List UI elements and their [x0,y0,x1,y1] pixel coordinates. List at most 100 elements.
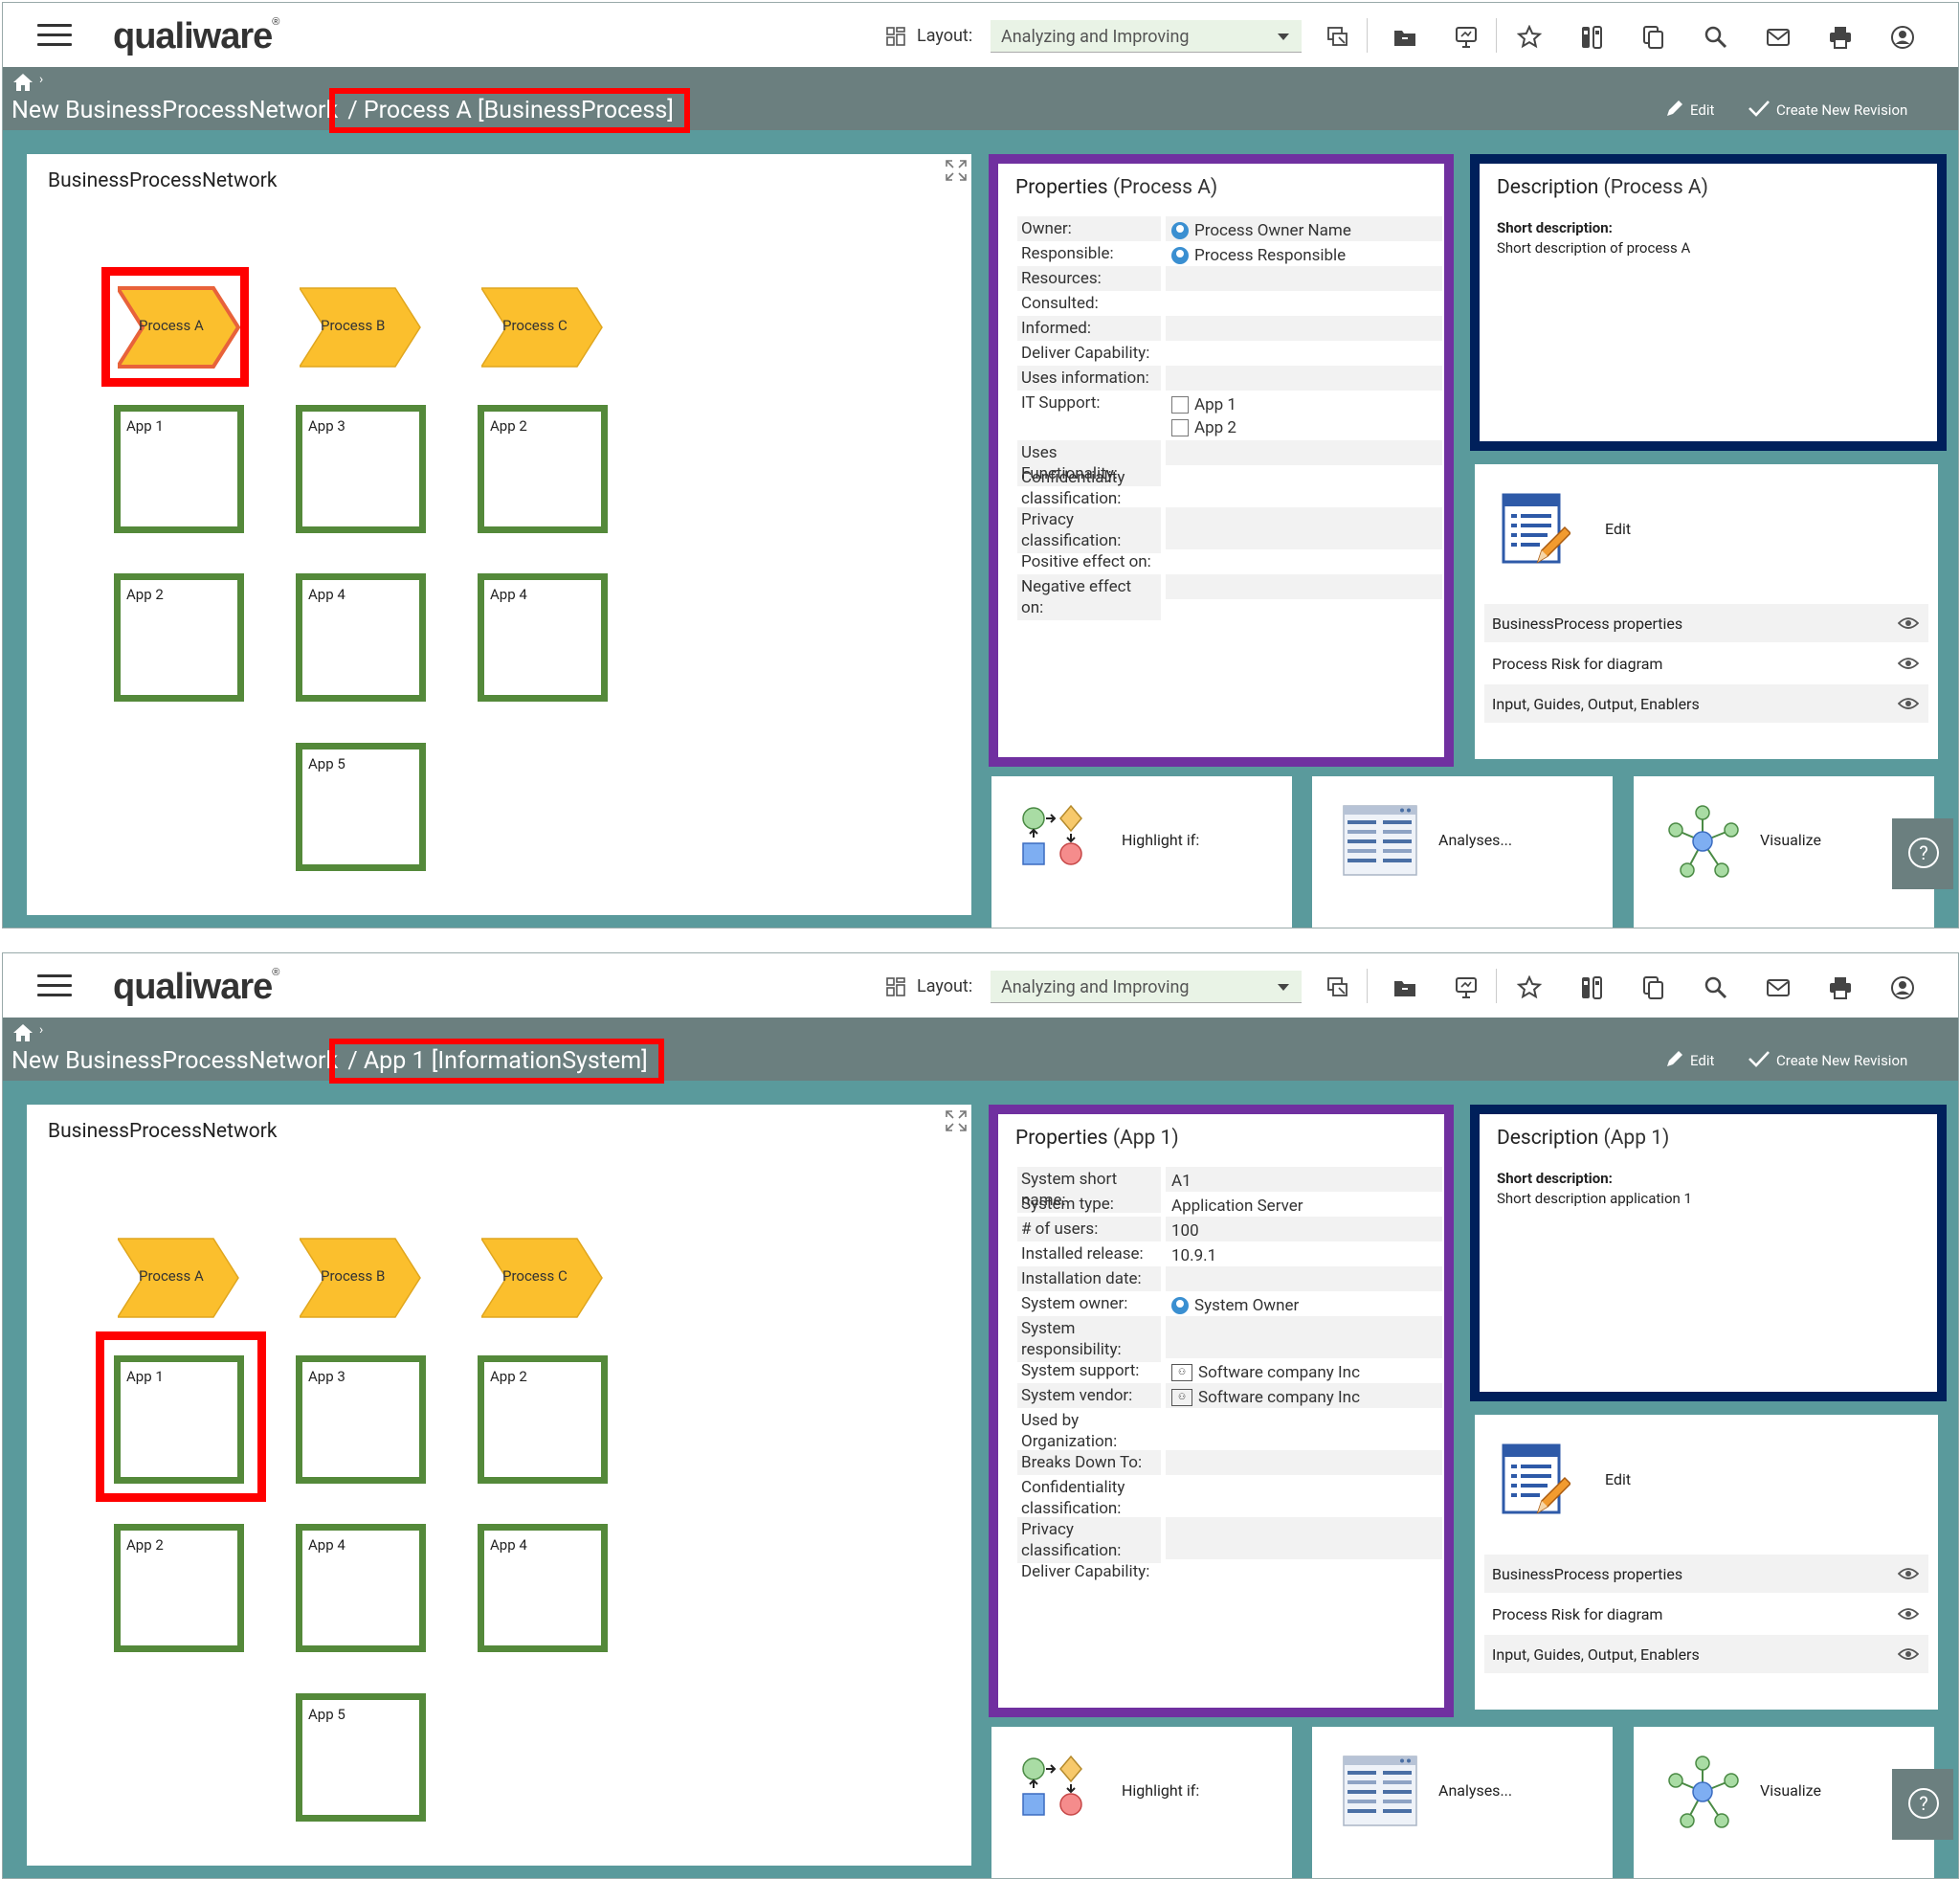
process-shape[interactable]: Process C [479,286,604,369]
action-list-item[interactable]: Process Risk for diagram [1484,1595,1928,1633]
star-icon[interactable] [1516,974,1543,1000]
folder-icon[interactable] [1392,975,1417,1000]
mail-icon[interactable] [1766,975,1791,1000]
tile-analyses[interactable]: Analyses... [1312,776,1613,928]
property-value-line: Process Owner Name [1171,219,1437,242]
process-shape[interactable]: Process B [298,1237,422,1319]
presentation-icon[interactable] [1454,975,1479,1000]
process-shape[interactable]: Process B [298,286,422,369]
create-new-revision-button[interactable]: Create New Revision [1748,101,1907,119]
application-shape[interactable]: App 2 [478,405,608,533]
edit-button[interactable]: Edit [1667,101,1714,119]
property-value[interactable]: 10.9.1 [1166,1241,1442,1266]
application-shape[interactable]: App 4 [296,1524,426,1652]
panel-edit-link[interactable]: Edit [1605,520,1631,538]
copy-icon[interactable] [1641,25,1666,50]
tile-visualize[interactable]: Visualize [1634,776,1934,928]
qualiware-logo[interactable]: qualiware® [113,16,279,57]
application-shape[interactable]: App 3 [296,1355,426,1484]
application-shape[interactable]: App 3 [296,405,426,533]
action-list-item[interactable]: BusinessProcess properties [1484,1555,1928,1593]
qualiware-logo[interactable]: qualiware® [113,967,279,1008]
eye-icon[interactable] [1897,696,1920,709]
property-label: Negative effect on: [1017,574,1161,620]
action-list-item[interactable]: Input, Guides, Output, Enablers [1484,684,1928,723]
application-shape[interactable]: App 1 [114,405,244,533]
home-icon[interactable] [12,1023,33,1042]
hamburger-menu-icon[interactable] [37,974,72,997]
help-button[interactable]: ? [1892,1769,1953,1840]
eye-icon[interactable] [1897,1566,1920,1579]
application-shape[interactable]: App 4 [296,573,426,702]
panel-edit-link[interactable]: Edit [1605,1470,1631,1488]
tile-highlight[interactable]: Highlight if: [991,1727,1292,1878]
application-shape[interactable]: App 2 [114,573,244,702]
action-list-item[interactable]: BusinessProcess properties [1484,604,1928,642]
eye-icon[interactable] [1897,1606,1920,1620]
layout-select[interactable]: Analyzing and Improving [991,20,1302,53]
application-shape[interactable]: App 5 [296,743,426,871]
application-shape[interactable]: App 4 [478,573,608,702]
action-list-item[interactable]: Input, Guides, Output, Enablers [1484,1635,1928,1673]
tile-highlight[interactable]: Highlight if: [991,776,1292,928]
star-icon[interactable] [1516,24,1543,50]
action-list-item[interactable]: Process Risk for diagram [1484,644,1928,682]
compare-icon[interactable] [1579,25,1604,50]
tile-label: Highlight if: [1122,1781,1200,1800]
presentation-icon[interactable] [1454,25,1479,50]
property-value[interactable]: ⚇ Software company Inc [1166,1358,1442,1383]
breadcrumb: New BusinessProcessNetwork / Process A [… [11,88,690,133]
application-shape[interactable]: App 2 [114,1524,244,1652]
user-icon[interactable] [1890,975,1915,1000]
compare-icon[interactable] [1579,975,1604,1000]
expand-icon[interactable] [946,160,967,181]
print-icon[interactable] [1828,25,1853,50]
breadcrumb-parent[interactable]: New BusinessProcessNetwork [11,1047,338,1075]
application-label: App 3 [308,1368,345,1385]
user-icon[interactable] [1890,25,1915,50]
tile-analyses[interactable]: Analyses... [1312,1727,1613,1878]
description-object: (Process A) [1603,176,1708,199]
application-shape[interactable]: App 4 [478,1524,608,1652]
edit-button[interactable]: Edit [1667,1051,1714,1069]
edit-document-icon[interactable] [1502,493,1572,568]
property-value[interactable]: ⚇ Software company Inc [1166,1383,1442,1408]
eye-icon[interactable] [1897,1646,1920,1660]
filter-icon[interactable] [1325,25,1350,50]
property-value[interactable]: Application Server [1166,1192,1442,1217]
process-shape[interactable]: Process C [479,1237,604,1319]
layout-label: Layout: [917,976,973,996]
property-label: Installed release: [1021,1244,1144,1264]
print-icon[interactable] [1828,975,1853,1000]
property-value[interactable]: Process Responsible [1166,241,1442,266]
property-row: Confidentiality classification: [1017,465,1442,508]
checkbox-icon[interactable] [1171,396,1189,414]
application-shape[interactable]: App 2 [478,1355,608,1484]
eye-icon[interactable] [1897,615,1920,629]
tile-visualize[interactable]: Visualize [1634,1727,1934,1878]
process-shape[interactable]: Process A [116,1237,240,1319]
property-value[interactable]: Process Owner Name [1166,216,1442,241]
mail-icon[interactable] [1766,25,1791,50]
breadcrumb-parent[interactable]: New BusinessProcessNetwork [11,97,338,124]
hamburger-menu-icon[interactable] [37,24,72,47]
filter-icon[interactable] [1325,975,1350,1000]
create-new-revision-button[interactable]: Create New Revision [1748,1051,1907,1069]
search-icon[interactable] [1704,25,1728,50]
search-icon[interactable] [1704,975,1728,1000]
help-button[interactable]: ? [1892,818,1953,889]
property-value[interactable]: 100 [1166,1217,1442,1241]
copy-icon[interactable] [1641,975,1666,1000]
application-shape[interactable]: App 5 [296,1693,426,1822]
property-row: Negative effect on: [1017,574,1442,620]
home-icon[interactable] [12,73,33,92]
layout-select[interactable]: Analyzing and Improving [991,971,1302,1003]
eye-icon[interactable] [1897,656,1920,669]
folder-icon[interactable] [1392,25,1417,50]
edit-document-icon[interactable] [1502,1443,1572,1518]
property-value[interactable]: App 1 App 2 [1166,391,1442,440]
property-value[interactable]: A1 [1166,1167,1442,1192]
expand-icon[interactable] [946,1110,967,1131]
checkbox-icon[interactable] [1171,419,1189,436]
property-value[interactable]: System Owner [1166,1291,1442,1316]
